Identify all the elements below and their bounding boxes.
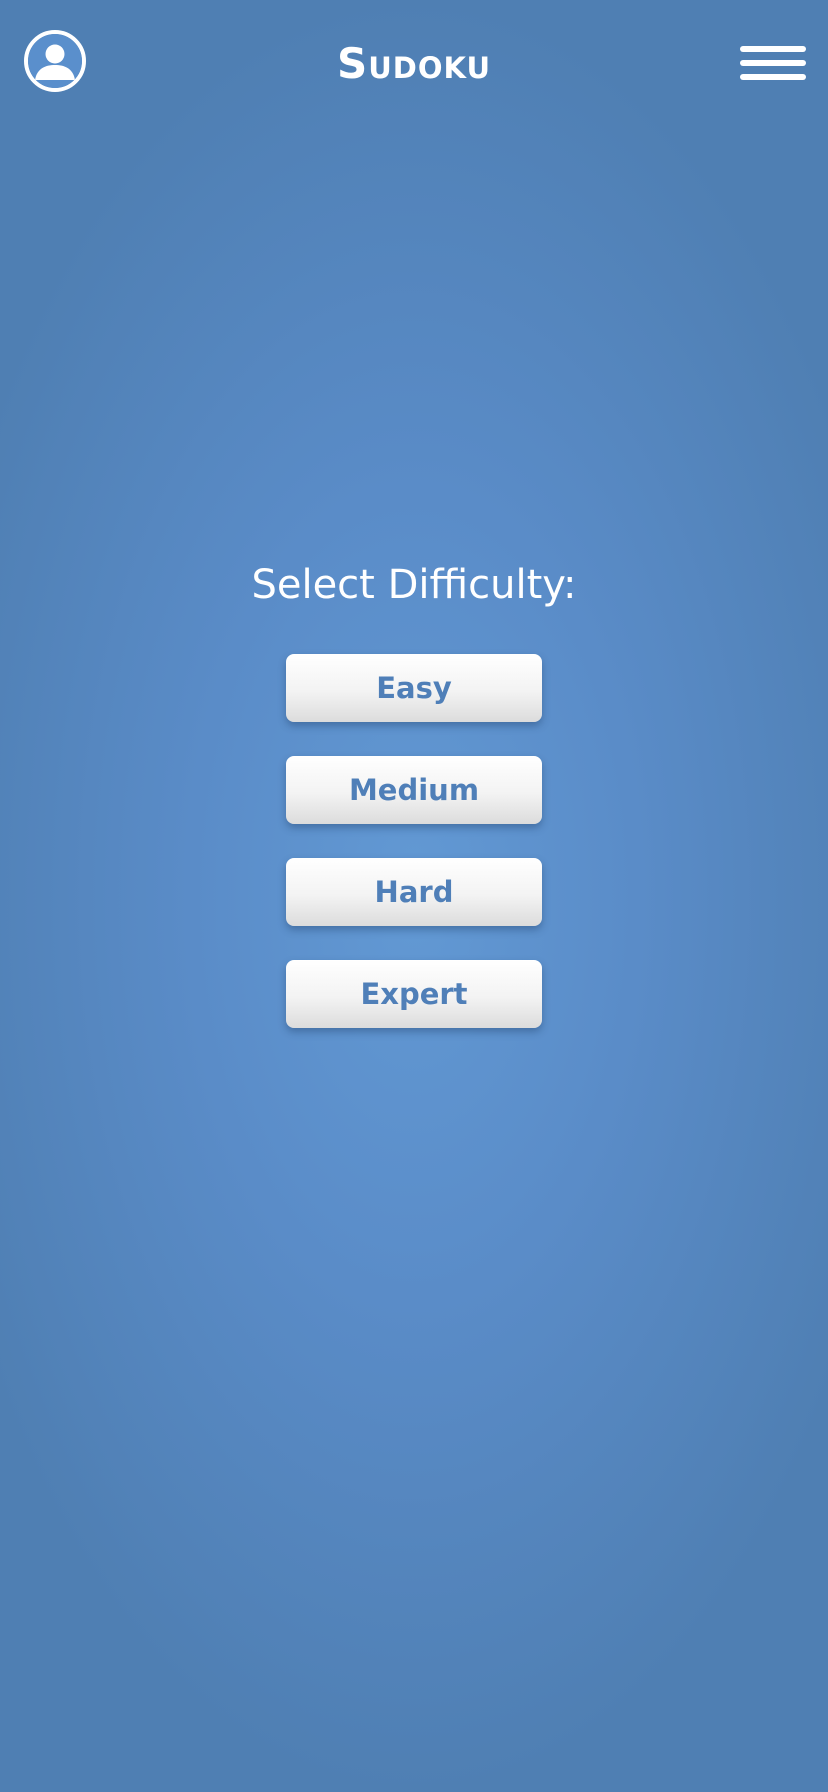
difficulty-options: Easy Medium Hard Expert — [286, 654, 542, 1062]
difficulty-heading: Select Difficulty: — [251, 562, 577, 608]
menu-bar-line — [740, 74, 806, 80]
top-bar: Sudoku — [0, 0, 828, 125]
hamburger-menu-icon[interactable] — [740, 46, 806, 80]
hard-button[interactable]: Hard — [286, 858, 542, 926]
expert-button[interactable]: Expert — [286, 960, 542, 1028]
easy-button[interactable]: Easy — [286, 654, 542, 722]
menu-bar-line — [740, 60, 806, 66]
menu-bar-line — [740, 46, 806, 52]
app-title: Sudoku — [336, 39, 492, 88]
medium-button[interactable]: Medium — [286, 756, 542, 824]
